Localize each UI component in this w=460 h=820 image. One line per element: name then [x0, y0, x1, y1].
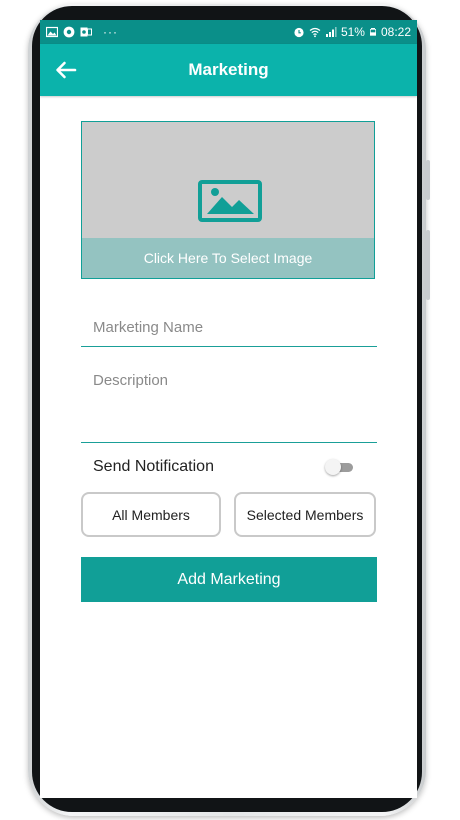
status-bar: ··· 51% 08:22: [40, 20, 417, 44]
description-input[interactable]: [81, 364, 377, 440]
battery-percent: 51%: [340, 25, 365, 39]
send-notification-label: Send Notification: [93, 458, 214, 475]
alarm-icon: [294, 27, 304, 38]
add-marketing-button[interactable]: Add Marketing: [81, 557, 377, 602]
marketing-name-field: [81, 308, 377, 347]
wifi-icon: [309, 27, 321, 38]
clock: 08:22: [380, 25, 411, 39]
volume-button: [426, 160, 430, 200]
image-icon: [198, 180, 262, 222]
image-picker[interactable]: Click Here To Select Image: [81, 121, 375, 279]
screen: ··· 51% 08:22 Marketing Click Here To Se…: [40, 20, 417, 798]
send-notification-toggle[interactable]: [325, 459, 355, 475]
app-bar: Marketing: [40, 44, 417, 96]
toggle-thumb: [325, 459, 341, 475]
signal-icon: [325, 27, 337, 37]
marketing-name-input[interactable]: [81, 308, 377, 346]
outlook-icon: [80, 27, 92, 37]
selected-members-button[interactable]: Selected Members: [234, 492, 376, 537]
power-button: [426, 230, 430, 300]
battery-icon: [369, 28, 376, 36]
browser-icon: [63, 26, 75, 38]
select-image-caption: Click Here To Select Image: [82, 238, 374, 278]
all-members-button[interactable]: All Members: [81, 492, 221, 537]
arrow-left-icon[interactable]: [52, 56, 80, 84]
description-field: [81, 364, 377, 443]
page-title: Marketing: [188, 60, 269, 79]
send-notification-row: Send Notification: [81, 454, 377, 480]
gallery-icon: [46, 26, 58, 38]
more-notifications: ···: [103, 25, 118, 39]
